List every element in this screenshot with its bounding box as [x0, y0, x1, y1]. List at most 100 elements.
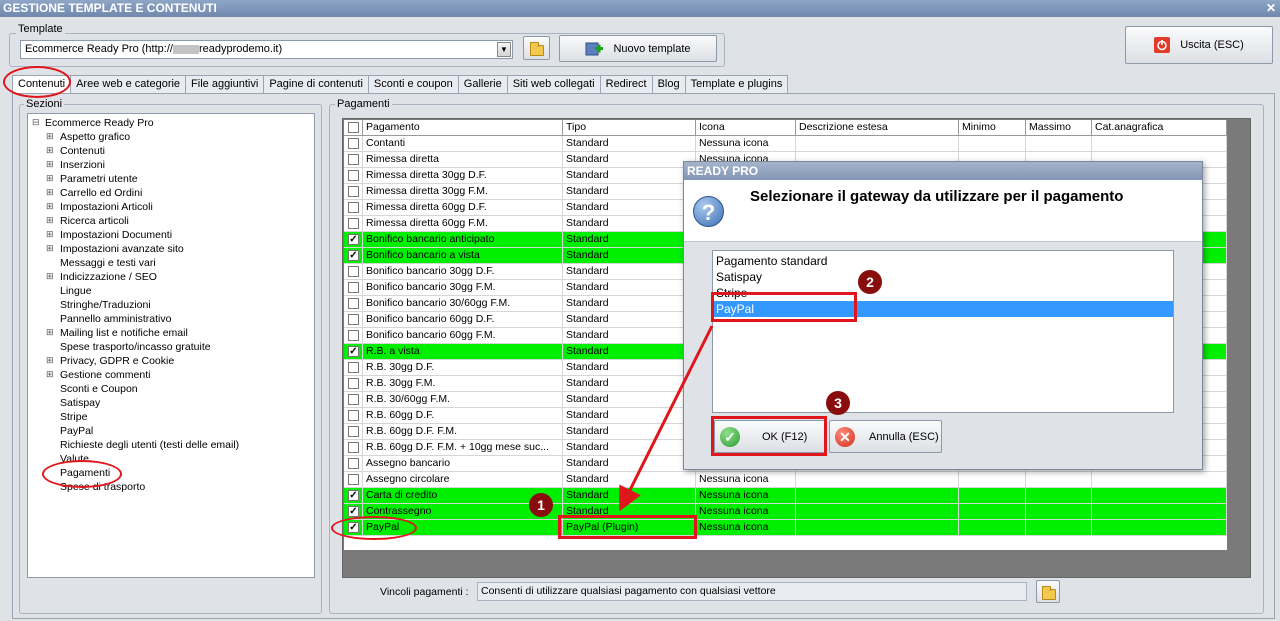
chevron-down-icon[interactable]: ▼	[497, 42, 511, 57]
table-cell[interactable]: Standard	[563, 264, 696, 280]
tree-item[interactable]: Contenuti	[60, 145, 105, 157]
table-cell[interactable]: Standard	[563, 328, 696, 344]
row-check-cell[interactable]	[344, 376, 363, 392]
checkbox[interactable]	[348, 298, 359, 309]
checkbox[interactable]: ✓	[348, 490, 359, 501]
checkbox[interactable]	[348, 474, 359, 485]
table-cell[interactable]	[1092, 504, 1227, 520]
table-row[interactable]: ✓ Carta di credito Standard Nessuna icona	[344, 488, 1227, 504]
table-cell[interactable]: Standard	[563, 184, 696, 200]
row-check-cell[interactable]	[344, 328, 363, 344]
table-cell[interactable]: Standard	[563, 424, 696, 440]
expand-icon[interactable]: ⊞	[46, 187, 54, 198]
checkbox[interactable]: ✓	[348, 346, 359, 357]
table-cell[interactable]: Rimessa diretta 30gg F.M.	[363, 184, 563, 200]
table-cell[interactable]: Standard	[563, 232, 696, 248]
header-check[interactable]	[344, 120, 363, 136]
table-cell[interactable]	[1092, 520, 1227, 536]
checkbox[interactable]	[348, 330, 359, 341]
table-cell[interactable]: Bonifico bancario 60gg D.F.	[363, 312, 563, 328]
tree-item[interactable]: Satispay	[60, 397, 100, 409]
checkbox[interactable]	[348, 378, 359, 389]
table-cell[interactable]	[959, 472, 1026, 488]
table-cell[interactable]	[959, 136, 1026, 152]
checkbox[interactable]	[348, 154, 359, 165]
table-cell[interactable]	[1026, 472, 1092, 488]
header-pagamento[interactable]: Pagamento	[363, 120, 563, 136]
row-check-cell[interactable]	[344, 456, 363, 472]
exit-button[interactable]: Uscita (ESC)	[1125, 26, 1273, 64]
row-check-cell[interactable]	[344, 296, 363, 312]
checkbox[interactable]	[348, 442, 359, 453]
row-check-cell[interactable]	[344, 312, 363, 328]
gateway-list[interactable]: Pagamento standard Satispay Stripe PayPa…	[712, 250, 1174, 413]
table-cell[interactable]: Rimessa diretta 60gg F.M.	[363, 216, 563, 232]
row-check-cell[interactable]: ✓	[344, 488, 363, 504]
table-cell[interactable]: Nessuna icona	[696, 472, 796, 488]
row-check-cell[interactable]	[344, 392, 363, 408]
table-cell[interactable]	[959, 504, 1026, 520]
expand-icon[interactable]: ⊞	[46, 369, 54, 380]
tree-item[interactable]: PayPal	[60, 425, 93, 437]
row-check-cell[interactable]	[344, 136, 363, 152]
table-cell[interactable]: Nessuna icona	[696, 136, 796, 152]
row-check-cell[interactable]	[344, 184, 363, 200]
gateway-option[interactable]: Pagamento standard	[713, 253, 1173, 269]
tab-file-aggiuntivi[interactable]: File aggiuntivi	[185, 75, 265, 93]
table-cell[interactable]: Assegno circolare	[363, 472, 563, 488]
expand-icon[interactable]: ⊞	[46, 271, 54, 282]
row-check-cell[interactable]	[344, 360, 363, 376]
checkbox[interactable]	[348, 122, 359, 133]
table-cell[interactable]: Nessuna icona	[696, 488, 796, 504]
tree-root[interactable]: Ecommerce Ready Pro	[45, 117, 154, 129]
table-row[interactable]: ✓ PayPal PayPal (Plugin) Nessuna icona	[344, 520, 1227, 536]
row-check-cell[interactable]	[344, 472, 363, 488]
table-cell[interactable]	[796, 520, 959, 536]
table-cell[interactable]: R.B. 30gg D.F.	[363, 360, 563, 376]
tree-item[interactable]: Messaggi e testi vari	[60, 257, 156, 269]
header-cat-anagrafica[interactable]: Cat.anagrafica	[1092, 120, 1227, 136]
table-cell[interactable]: Standard	[563, 408, 696, 424]
table-cell[interactable]: Bonifico bancario a vista	[363, 248, 563, 264]
table-cell[interactable]: Nessuna icona	[696, 520, 796, 536]
table-cell[interactable]	[1026, 136, 1092, 152]
checkbox[interactable]	[348, 138, 359, 149]
checkbox[interactable]	[348, 426, 359, 437]
table-cell[interactable]: Bonifico bancario 30gg F.M.	[363, 280, 563, 296]
table-cell[interactable]: Standard	[563, 136, 696, 152]
tree-item[interactable]: Pannello amministrativo	[60, 313, 171, 325]
row-check-cell[interactable]: ✓	[344, 248, 363, 264]
tree-item[interactable]: Stripe	[60, 411, 87, 423]
table-cell[interactable]: Bonifico bancario 60gg F.M.	[363, 328, 563, 344]
table-cell[interactable]: Rimessa diretta 60gg D.F.	[363, 200, 563, 216]
table-cell[interactable]: Standard	[563, 376, 696, 392]
tab-sconti-coupon[interactable]: Sconti e coupon	[367, 75, 459, 93]
row-check-cell[interactable]	[344, 440, 363, 456]
header-minimo[interactable]: Minimo	[959, 120, 1026, 136]
table-cell[interactable]: R.B. 60gg D.F. F.M. + 10gg mese suc...	[363, 440, 563, 456]
header-tipo[interactable]: Tipo	[563, 120, 696, 136]
row-check-cell[interactable]	[344, 408, 363, 424]
header-massimo[interactable]: Massimo	[1026, 120, 1092, 136]
checkbox[interactable]	[348, 314, 359, 325]
table-cell[interactable]: Standard	[563, 488, 696, 504]
tab-gallerie[interactable]: Gallerie	[457, 75, 508, 93]
table-cell[interactable]: Standard	[563, 440, 696, 456]
expand-icon[interactable]: ⊞	[46, 145, 54, 156]
close-icon[interactable]: ✕	[1266, 0, 1276, 17]
new-template-button[interactable]: Nuovo template	[559, 35, 717, 62]
cancel-button[interactable]: ✕ Annulla (ESC)	[829, 420, 942, 453]
expand-icon[interactable]: ⊞	[46, 131, 54, 142]
tree-item[interactable]: Privacy, GDPR e Cookie	[60, 355, 174, 367]
row-check-cell[interactable]	[344, 264, 363, 280]
tree-item[interactable]: Inserzioni	[60, 159, 105, 171]
collapse-icon[interactable]: ⊟	[32, 117, 40, 128]
checkbox[interactable]: ✓	[348, 234, 359, 245]
table-cell[interactable]: Standard	[563, 360, 696, 376]
header-icona[interactable]: Icona	[696, 120, 796, 136]
table-cell[interactable]	[959, 488, 1026, 504]
checkbox[interactable]	[348, 266, 359, 277]
table-cell[interactable]: Assegno bancario	[363, 456, 563, 472]
table-cell[interactable]: Rimessa diretta	[363, 152, 563, 168]
expand-icon[interactable]: ⊞	[46, 229, 54, 240]
